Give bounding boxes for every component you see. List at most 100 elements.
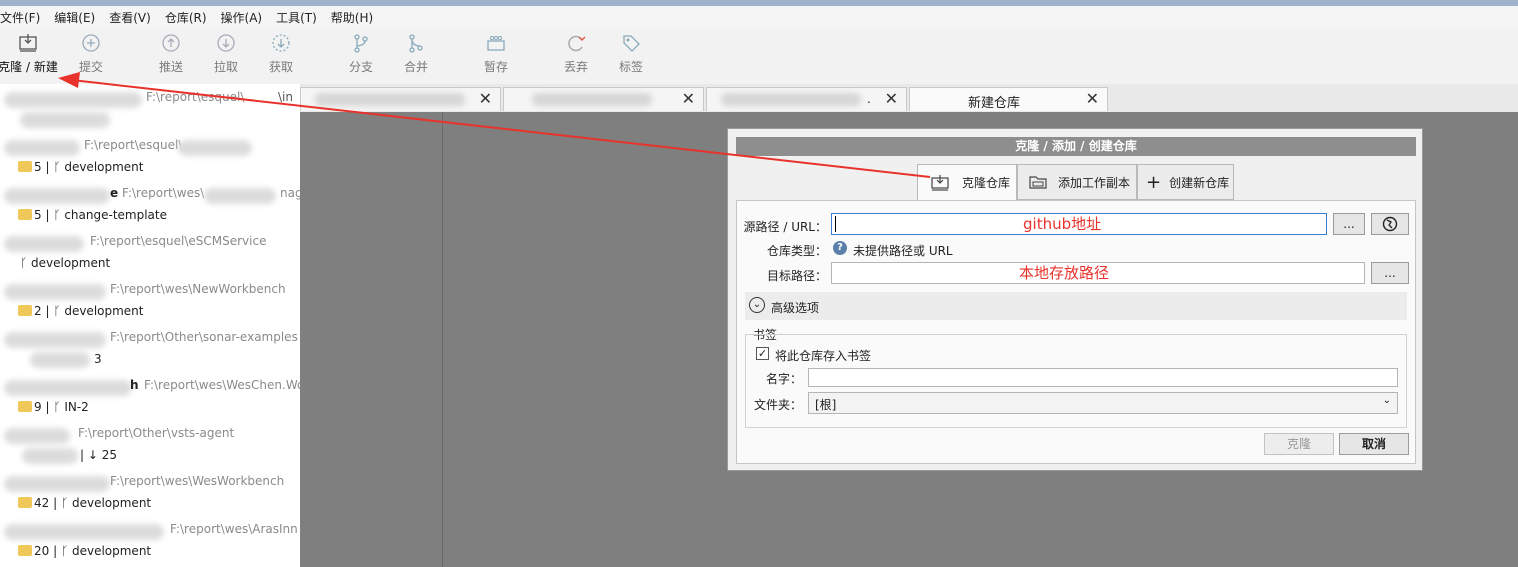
repo-item[interactable]: F:\report\esquel\ 5 | ᚴ development	[0, 134, 300, 182]
repo-branch: development	[71, 496, 152, 510]
repo-item[interactable]: F:\report\Other\vsts-agent | ↓ 25	[0, 422, 300, 470]
browse-source-button[interactable]: ...	[1333, 213, 1365, 235]
repo-status: 2 | ᚴ development	[18, 304, 144, 318]
menu-actions[interactable]: 操作(A)	[221, 9, 263, 26]
cancel-button[interactable]: 取消	[1339, 433, 1409, 455]
tab-clone-repo[interactable]: 克隆仓库	[917, 164, 1017, 200]
repo-item[interactable]: F:\report\Other\sonar-examples 3	[0, 326, 300, 374]
close-icon[interactable]: ✕	[1086, 89, 1099, 108]
repo-count: 5	[34, 208, 42, 222]
globe-icon	[1382, 216, 1398, 232]
menu-help[interactable]: 帮助(H)	[331, 9, 373, 26]
menu-repository[interactable]: 仓库(R)	[165, 9, 207, 26]
bookmark-checkbox[interactable]: ✓	[756, 347, 769, 360]
tab-create-label: 创建新仓库	[1169, 175, 1230, 190]
close-icon[interactable]: ✕	[479, 89, 492, 108]
stash-button[interactable]: 暂存	[464, 32, 528, 75]
repo-status: 42 | ᚴ development	[18, 496, 151, 510]
clone-form: 源路径 / URL： github地址 ... 仓库类型： ? 未提供路径或 U…	[736, 200, 1416, 464]
repo-status: ᚴ development	[20, 256, 111, 270]
remote-account-button[interactable]	[1371, 213, 1409, 235]
repo-type-value: 未提供路径或 URL	[853, 244, 953, 258]
fetch-button[interactable]: 获取	[249, 32, 313, 75]
clone-submit-button[interactable]: 克隆	[1264, 433, 1334, 455]
repo-branch: development	[64, 160, 144, 174]
repo-count: 42	[34, 496, 50, 510]
name-label: 名字：	[765, 372, 802, 386]
repo-path: F:\report\wes\	[122, 186, 205, 200]
repo-path-suffix: \in	[278, 90, 293, 104]
tab-repo[interactable]: ✕	[503, 87, 704, 111]
merge-label: 合并	[403, 60, 428, 74]
clone-button[interactable]: 克隆 / 新建	[0, 32, 60, 75]
repo-branch-redacted	[20, 112, 110, 128]
annotation-source: github地址	[1023, 215, 1102, 233]
toolbar: 克隆 / 新建 提交 推送 拉取 获取 分支 合并 暂存 丢弃 标签	[0, 28, 1518, 84]
repo-item[interactable]: h F:\report\wes\WesChen.Wo 9 | ᚴ IN-2	[0, 374, 300, 422]
repo-item[interactable]: e F:\report\wes\ nag 5 | ᚴ change-templa…	[0, 182, 300, 230]
menu-edit[interactable]: 编辑(E)	[54, 9, 95, 26]
tab-repo[interactable]: . ✕	[706, 87, 907, 111]
folder-select-value: [根]	[815, 398, 837, 412]
tab-create-repo[interactable]: + 创建新仓库	[1137, 164, 1234, 200]
repo-name-suffix: e	[110, 186, 119, 200]
repo-path: F:\report\Other\vsts-agent	[78, 426, 235, 440]
repo-behind: ↓ 25	[87, 448, 117, 462]
repo-branch: development	[71, 544, 152, 558]
clone-dialog: 克隆 / 添加 / 创建仓库 克隆仓库 添加工作副本 + 创建新仓库 源路径 /…	[727, 128, 1423, 471]
repo-name-redacted	[4, 524, 164, 540]
tag-button[interactable]: 标签	[599, 32, 663, 75]
repo-path: F:\report\wes\WesChen.Wo	[144, 378, 300, 392]
repo-path: F:\report\esquel\	[84, 138, 183, 152]
tab-title-redacted	[532, 93, 652, 106]
merge-button[interactable]: 合并	[384, 32, 448, 75]
repo-count: 9	[34, 400, 42, 414]
tab-title-redacted	[721, 93, 861, 106]
close-icon[interactable]: ✕	[682, 89, 695, 108]
commit-icon	[82, 34, 100, 52]
repo-status: 9 | ᚴ IN-2	[18, 400, 89, 414]
annotation-target: 本地存放路径	[1019, 264, 1110, 282]
repo-path-redacted	[178, 140, 252, 156]
fetch-label: 获取	[268, 60, 293, 74]
repo-name-redacted	[4, 476, 110, 492]
tab-new-repo[interactable]: 新建仓库 ✕	[909, 87, 1108, 111]
bookmark-name-input[interactable]	[808, 368, 1398, 387]
help-icon: ?	[833, 241, 847, 255]
repo-count: 5	[34, 160, 42, 174]
repo-item[interactable]: F:\report\wes\WesWorkbench 42 | ᚴ develo…	[0, 470, 300, 518]
repo-status: 5 | ᚴ change-template	[18, 208, 167, 222]
menu-view[interactable]: 查看(V)	[109, 9, 151, 26]
repo-name-redacted	[4, 380, 132, 396]
tab-add-label: 添加工作副本	[1058, 175, 1131, 190]
dialog-title: 克隆 / 添加 / 创建仓库	[736, 137, 1416, 156]
source-url-label: 源路径 / URL：	[743, 220, 827, 234]
advanced-options-toggle[interactable]: ⌄ 高级选项	[745, 292, 1407, 320]
repo-path-suffix: nag	[280, 186, 300, 200]
tab-title-suffix: .	[867, 92, 871, 106]
folder-select[interactable]: [根] ⌄	[808, 392, 1398, 414]
repo-item[interactable]: F:\report\wes\ArasInn 20 | ᚴ development	[0, 518, 300, 566]
bookmark-group: ✓ 将此仓库存入书签 名字： 文件夹： [根] ⌄	[745, 334, 1407, 428]
chevron-down-icon: ⌄	[1382, 395, 1391, 406]
repo-branch: development	[31, 256, 111, 270]
tab-repo[interactable]: ✕	[300, 87, 501, 111]
commit-button[interactable]: 提交	[59, 32, 123, 75]
browse-target-button[interactable]: ...	[1371, 262, 1409, 284]
close-icon[interactable]: ✕	[885, 89, 898, 108]
repo-branch-redacted	[30, 352, 90, 368]
repo-name-redacted	[4, 188, 110, 204]
repo-item[interactable]: F:\report\wes\NewWorkbench 2 | ᚴ develop…	[0, 278, 300, 326]
menu-file[interactable]: 文件(F)	[0, 9, 40, 26]
menu-tools[interactable]: 工具(T)	[276, 9, 317, 26]
repo-branch: change-template	[64, 208, 167, 222]
tab-add-working-copy[interactable]: 添加工作副本	[1017, 164, 1137, 200]
repo-name-redacted	[4, 428, 70, 444]
repo-item[interactable]: F:\report\esquel\eSCMService ᚴ developme…	[0, 230, 300, 278]
clone-icon	[931, 174, 949, 191]
text-cursor	[835, 216, 836, 232]
tab-title-redacted	[315, 93, 465, 106]
repo-item[interactable]: F:\report\esquel\ \in	[0, 86, 300, 134]
repo-branch: IN-2	[64, 400, 89, 414]
repo-status: | ↓ 25	[80, 448, 117, 462]
